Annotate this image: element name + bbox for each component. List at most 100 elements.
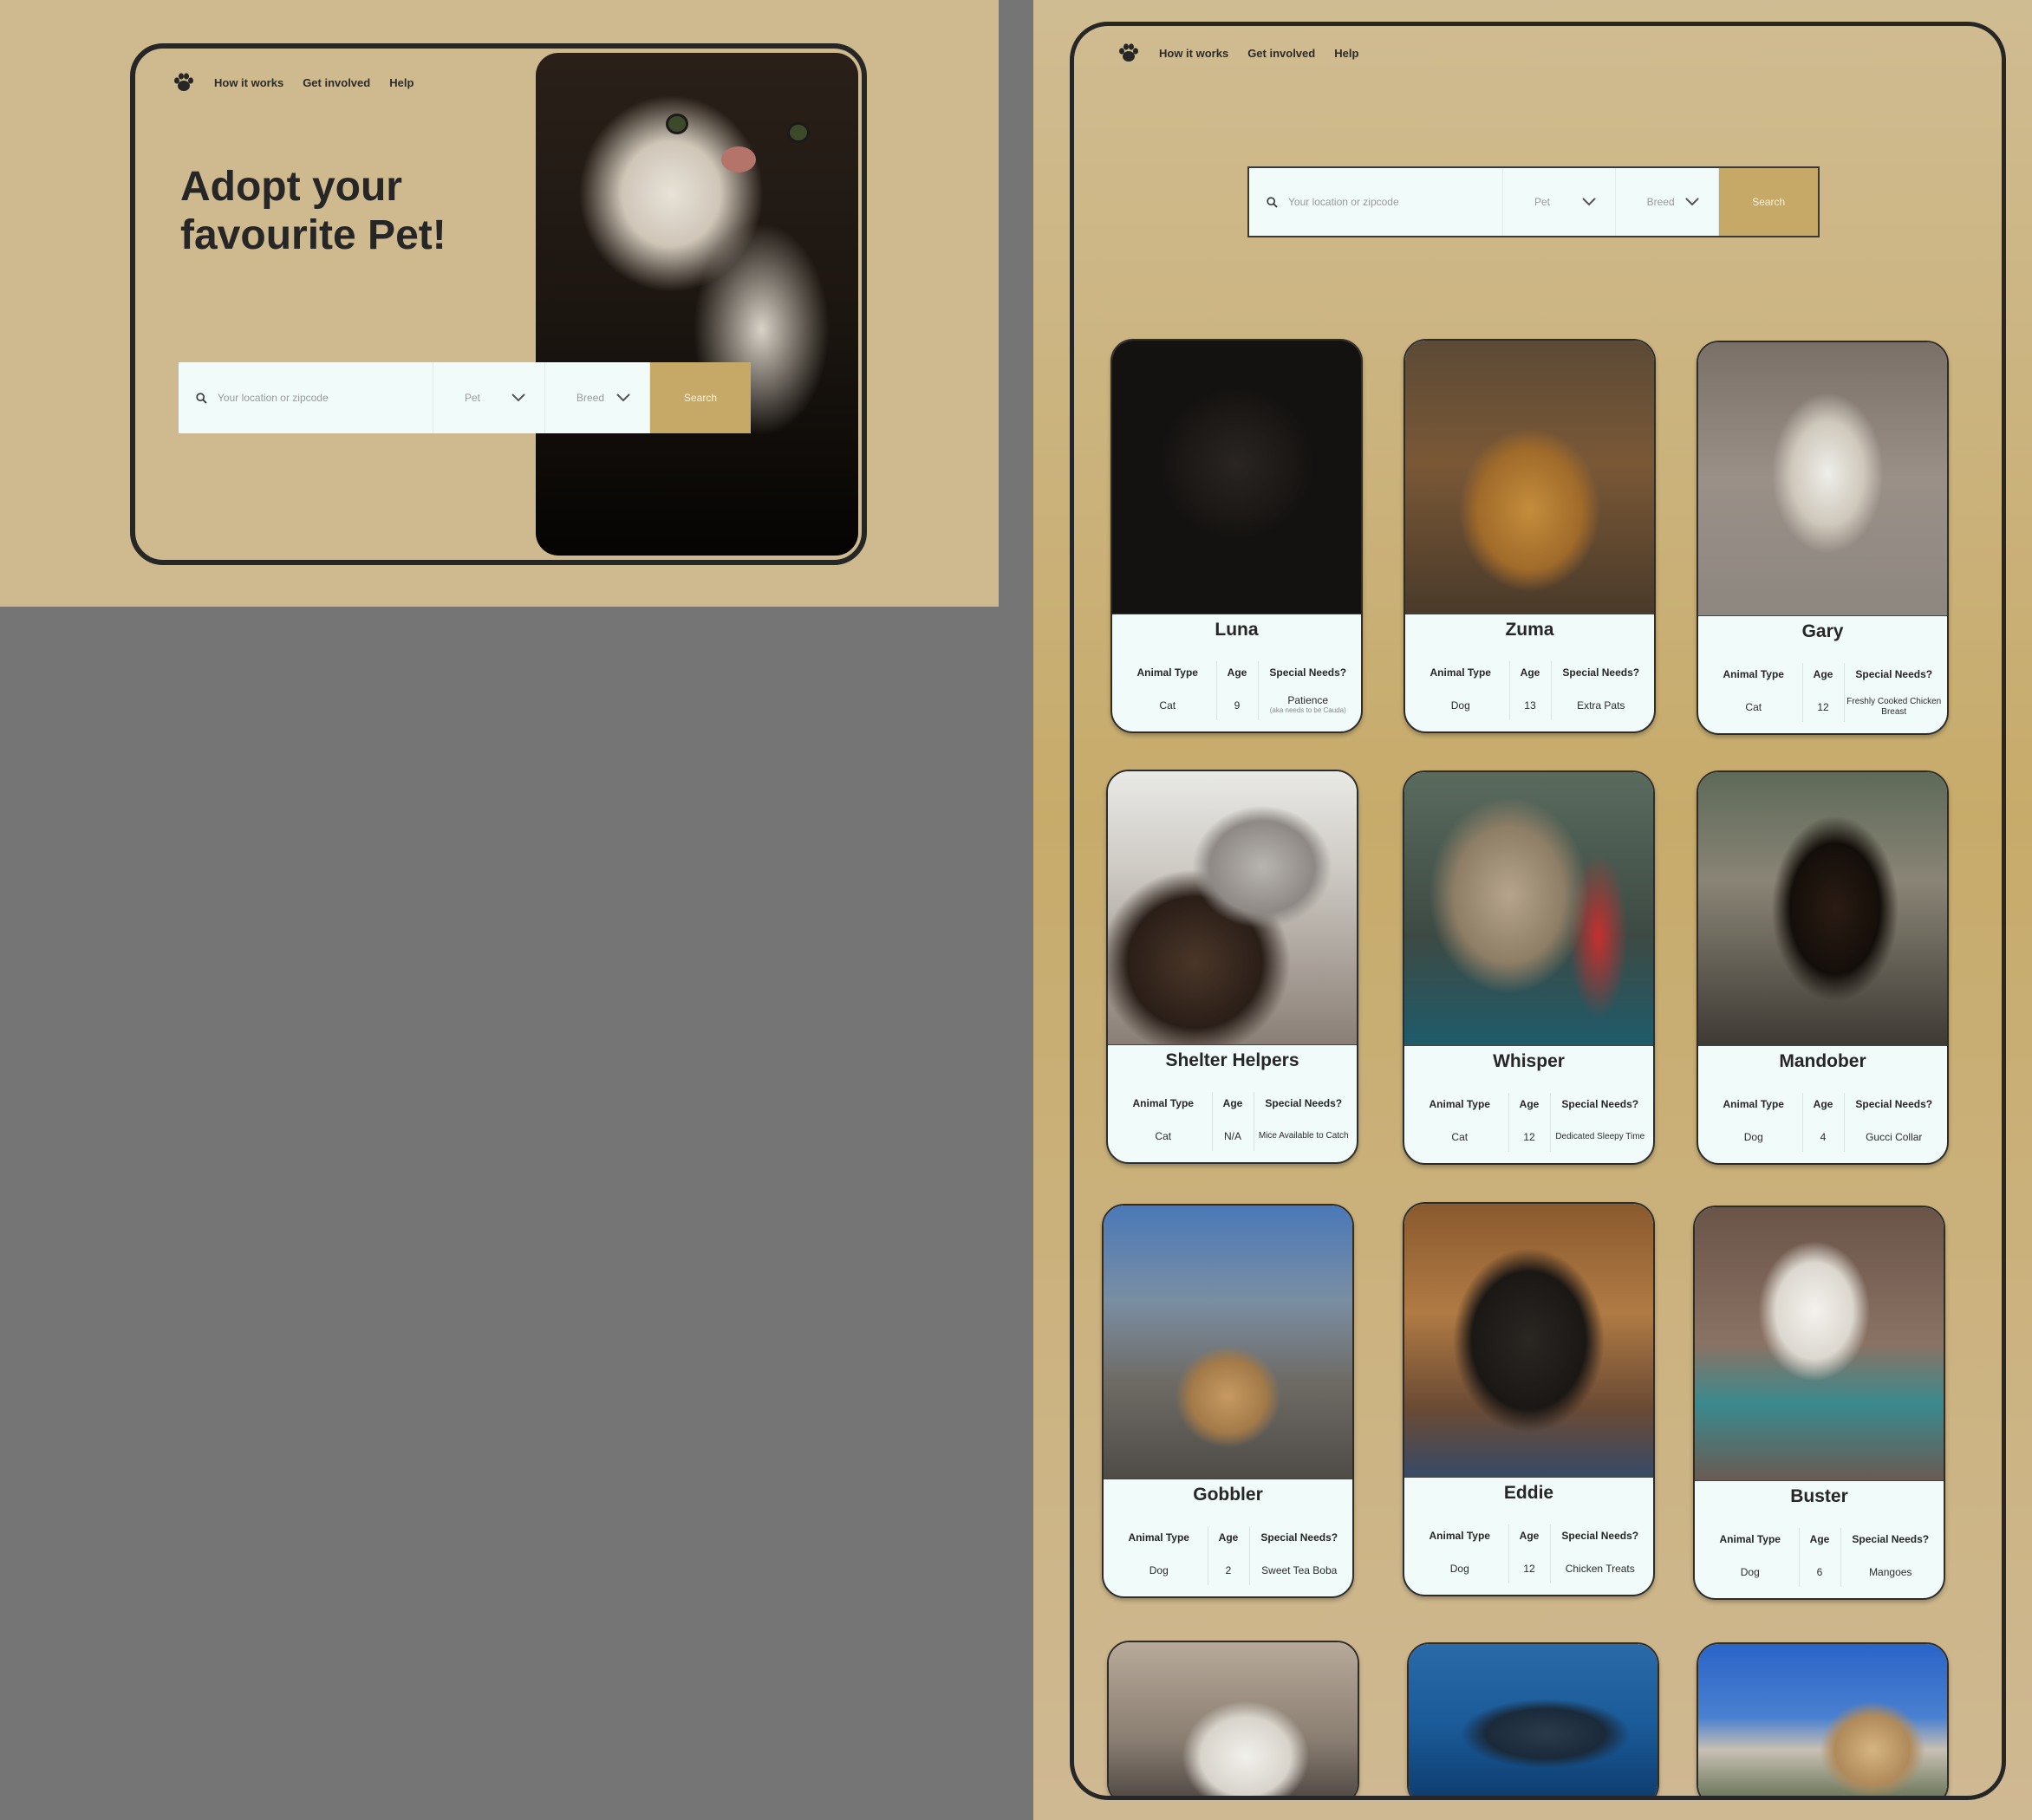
col-special-needs: Special Needs? bbox=[1248, 1526, 1349, 1556]
search-bar: Your location or zipcode Pet Breed Searc… bbox=[179, 362, 751, 433]
pet-needs: Dedicated Sleepy Time bbox=[1555, 1132, 1645, 1141]
pet-info-table: Animal Type Age Special Needs? Dog 2 Sweet T… bbox=[1110, 1526, 1349, 1585]
pet-needs-cell: Freshly Cooked Chicken Breast bbox=[1843, 692, 1944, 722]
chevron-down-icon bbox=[1685, 198, 1700, 206]
pet-info-table: Animal Type Age Special Needs? Cat 12 Dedica… bbox=[1411, 1093, 1650, 1152]
pet-photo bbox=[1698, 342, 1947, 616]
col-special-needs: Special Needs? bbox=[1843, 1093, 1944, 1122]
pet-info-table: Animal Type Age Special Needs? Dog 13 Extra … bbox=[1412, 661, 1651, 720]
pet-card[interactable]: Whisper Animal Type Age Special Needs? Cat… bbox=[1403, 770, 1655, 1165]
pet-info-table: Animal Type Age Special Needs? Dog 12 Chicke… bbox=[1411, 1524, 1650, 1583]
col-age: Age bbox=[1508, 1093, 1550, 1122]
pet-photo bbox=[1404, 772, 1653, 1046]
hero-frame: How it works Get involved Help Adopt you… bbox=[130, 43, 867, 565]
pet-card[interactable] bbox=[1407, 1642, 1659, 1796]
pet-photo bbox=[1698, 772, 1947, 1046]
pet-needs-cell: Chicken Treats bbox=[1549, 1554, 1650, 1583]
pet-needs-cell: Mangoes bbox=[1840, 1557, 1940, 1587]
hero-cat-photo bbox=[536, 53, 858, 556]
chevron-down-icon bbox=[1581, 198, 1596, 206]
pet-needs-cell: Patience (aka needs to be Cauda) bbox=[1257, 691, 1358, 720]
chevron-down-icon bbox=[511, 393, 525, 402]
pet-card[interactable]: Shelter Helpers Animal Type Age Special Ne… bbox=[1106, 770, 1358, 1164]
pet-needs-note: (aka needs to be Cauda) bbox=[1269, 706, 1346, 714]
pet-card[interactable] bbox=[1697, 1642, 1949, 1796]
photo-detail bbox=[721, 146, 756, 172]
nav-get-involved[interactable]: Get involved bbox=[1247, 47, 1315, 60]
col-animal-type: Animal Type bbox=[1723, 1098, 1784, 1110]
pet-photo bbox=[1695, 1207, 1944, 1481]
breed-select[interactable]: Breed bbox=[545, 362, 650, 433]
pet-age: 12 bbox=[1508, 1122, 1550, 1152]
breed-select-label: Breed bbox=[1646, 196, 1675, 208]
pet-type: Dog bbox=[1449, 1563, 1469, 1575]
col-animal-type: Animal Type bbox=[1136, 666, 1198, 679]
pet-needs: Mice Available to Catch bbox=[1258, 1131, 1349, 1141]
pet-age: 12 bbox=[1508, 1554, 1550, 1583]
location-field[interactable]: Your location or zipcode bbox=[179, 362, 433, 433]
nav-how-it-works[interactable]: How it works bbox=[1159, 47, 1228, 60]
pet-photo bbox=[1698, 1644, 1947, 1796]
pet-card[interactable]: Eddie Animal Type Age Special Needs? Dog 12… bbox=[1403, 1202, 1655, 1596]
pet-card[interactable]: Buster Animal Type Age Special Needs? Dog 6… bbox=[1693, 1206, 1945, 1600]
col-special-needs: Special Needs? bbox=[1549, 1524, 1650, 1554]
pet-age: 2 bbox=[1207, 1556, 1249, 1585]
pet-type: Dog bbox=[1740, 1566, 1760, 1578]
nav-how-it-works[interactable]: How it works bbox=[214, 76, 283, 89]
col-age: Age bbox=[1207, 1526, 1249, 1556]
pet-select-label: Pet bbox=[465, 392, 481, 404]
search-button[interactable]: Search bbox=[650, 362, 751, 433]
pet-age: 6 bbox=[1798, 1557, 1840, 1587]
nav-help[interactable]: Help bbox=[389, 76, 414, 89]
pet-card[interactable]: Zuma Animal Type Age Special Needs? Dog 13 E… bbox=[1404, 339, 1656, 733]
paw-icon[interactable] bbox=[1117, 43, 1140, 62]
pet-card[interactable]: Luna Animal Type Age Special Needs? Cat 9 Pa… bbox=[1110, 339, 1363, 733]
pet-card[interactable]: Gobbler Animal Type Age Special Needs? Dog… bbox=[1102, 1204, 1354, 1598]
pet-card[interactable] bbox=[1107, 1641, 1359, 1796]
pet-name: Shelter Helpers bbox=[1165, 1050, 1299, 1070]
chevron-down-icon bbox=[616, 393, 630, 402]
pet-type: Dog bbox=[1149, 1564, 1169, 1576]
col-special-needs: Special Needs? bbox=[1840, 1528, 1940, 1557]
location-placeholder: Your location or zipcode bbox=[218, 392, 329, 404]
paw-icon[interactable] bbox=[173, 73, 195, 92]
pet-name: Zuma bbox=[1505, 620, 1554, 640]
pet-needs-cell: Gucci Collar bbox=[1843, 1122, 1944, 1152]
pet-card[interactable]: Gary Animal Type Age Special Needs? Cat 12 F… bbox=[1697, 341, 1949, 735]
pet-needs: Chicken Treats bbox=[1565, 1563, 1635, 1575]
photo-detail bbox=[666, 114, 688, 134]
breed-select[interactable]: Breed bbox=[1616, 168, 1720, 236]
search-button[interactable]: Search bbox=[1719, 168, 1818, 236]
pet-type: Cat bbox=[1745, 701, 1762, 713]
location-field[interactable]: Your location or zipcode bbox=[1249, 168, 1503, 236]
pet-info-table: Animal Type Age Special Needs? Dog 6 Mangoes bbox=[1702, 1528, 1940, 1587]
pet-needs: Sweet Tea Boba bbox=[1261, 1564, 1338, 1576]
search-bar: Your location or zipcode Pet Breed Searc… bbox=[1247, 166, 1820, 237]
pet-info-table: Animal Type Age Special Needs? Cat 12 Freshl… bbox=[1705, 663, 1944, 722]
col-age: Age bbox=[1508, 1524, 1550, 1554]
pet-type: Dog bbox=[1743, 1131, 1763, 1143]
top-nav: How it works Get involved Help bbox=[1117, 43, 1358, 62]
pet-name: Mandober bbox=[1779, 1051, 1866, 1071]
col-special-needs: Special Needs? bbox=[1843, 663, 1944, 692]
pet-age: 9 bbox=[1215, 691, 1258, 720]
pet-age: N/A bbox=[1211, 1121, 1254, 1151]
pet-select[interactable]: Pet bbox=[1503, 168, 1616, 236]
pet-card[interactable]: Mandober Animal Type Age Special Needs? Do… bbox=[1697, 770, 1949, 1165]
pet-name: Gobbler bbox=[1193, 1485, 1263, 1505]
hero-title: Adopt your favourite Pet! bbox=[180, 164, 446, 258]
pet-age: 4 bbox=[1801, 1122, 1844, 1152]
listing-frame: How it works Get involved Help Your loca… bbox=[1070, 22, 2006, 1800]
nav-help[interactable]: Help bbox=[1334, 47, 1358, 60]
pet-name: Buster bbox=[1790, 1486, 1848, 1506]
col-special-needs: Special Needs? bbox=[1550, 661, 1651, 691]
pet-type: Cat bbox=[1159, 699, 1176, 712]
col-animal-type: Animal Type bbox=[1723, 668, 1784, 680]
pet-photo bbox=[1104, 1206, 1352, 1479]
col-age: Age bbox=[1508, 661, 1551, 691]
nav-get-involved[interactable]: Get involved bbox=[303, 76, 370, 89]
pet-info-table: Animal Type Age Special Needs? Cat N/A Mice … bbox=[1115, 1092, 1353, 1151]
col-animal-type: Animal Type bbox=[1429, 1530, 1490, 1542]
col-age: Age bbox=[1798, 1528, 1840, 1557]
pet-select[interactable]: Pet bbox=[433, 362, 545, 433]
